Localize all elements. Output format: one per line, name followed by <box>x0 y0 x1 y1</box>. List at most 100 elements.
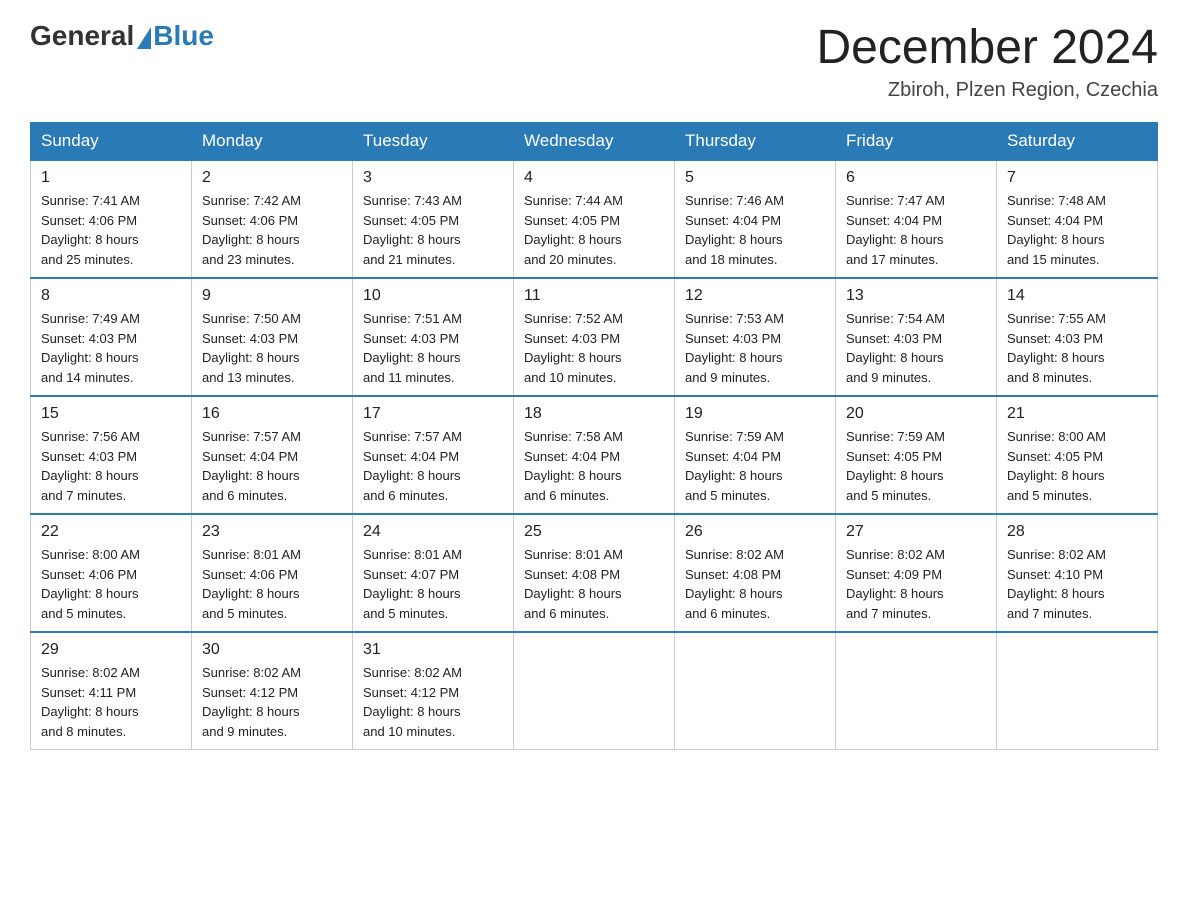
calendar-cell <box>997 632 1158 750</box>
day-info: Sunrise: 8:02 AMSunset: 4:09 PMDaylight:… <box>846 545 986 623</box>
calendar-cell <box>514 632 675 750</box>
day-number: 16 <box>202 405 342 423</box>
day-number: 10 <box>363 287 503 305</box>
calendar-cell: 27 Sunrise: 8:02 AMSunset: 4:09 PMDaylig… <box>836 514 997 632</box>
calendar-cell: 4 Sunrise: 7:44 AMSunset: 4:05 PMDayligh… <box>514 160 675 278</box>
calendar-table: SundayMondayTuesdayWednesdayThursdayFrid… <box>30 122 1158 750</box>
day-info: Sunrise: 7:58 AMSunset: 4:04 PMDaylight:… <box>524 427 664 505</box>
calendar-cell: 8 Sunrise: 7:49 AMSunset: 4:03 PMDayligh… <box>31 278 192 396</box>
day-info: Sunrise: 7:59 AMSunset: 4:04 PMDaylight:… <box>685 427 825 505</box>
calendar-cell: 18 Sunrise: 7:58 AMSunset: 4:04 PMDaylig… <box>514 396 675 514</box>
day-info: Sunrise: 7:54 AMSunset: 4:03 PMDaylight:… <box>846 309 986 387</box>
days-header-row: SundayMondayTuesdayWednesdayThursdayFrid… <box>31 123 1158 161</box>
logo-general-text: General <box>30 20 134 52</box>
day-number: 12 <box>685 287 825 305</box>
day-info: Sunrise: 7:44 AMSunset: 4:05 PMDaylight:… <box>524 191 664 269</box>
day-info: Sunrise: 8:02 AMSunset: 4:12 PMDaylight:… <box>202 663 342 741</box>
calendar-cell: 11 Sunrise: 7:52 AMSunset: 4:03 PMDaylig… <box>514 278 675 396</box>
day-number: 30 <box>202 641 342 659</box>
calendar-cell: 10 Sunrise: 7:51 AMSunset: 4:03 PMDaylig… <box>353 278 514 396</box>
week-row-3: 15 Sunrise: 7:56 AMSunset: 4:03 PMDaylig… <box>31 396 1158 514</box>
week-row-2: 8 Sunrise: 7:49 AMSunset: 4:03 PMDayligh… <box>31 278 1158 396</box>
day-header-tuesday: Tuesday <box>353 123 514 161</box>
title-area: December 2024 Zbiroh, Plzen Region, Czec… <box>816 20 1158 102</box>
day-info: Sunrise: 7:52 AMSunset: 4:03 PMDaylight:… <box>524 309 664 387</box>
calendar-cell: 30 Sunrise: 8:02 AMSunset: 4:12 PMDaylig… <box>192 632 353 750</box>
day-info: Sunrise: 7:55 AMSunset: 4:03 PMDaylight:… <box>1007 309 1147 387</box>
calendar-cell: 17 Sunrise: 7:57 AMSunset: 4:04 PMDaylig… <box>353 396 514 514</box>
calendar-cell: 7 Sunrise: 7:48 AMSunset: 4:04 PMDayligh… <box>997 160 1158 278</box>
day-info: Sunrise: 8:01 AMSunset: 4:06 PMDaylight:… <box>202 545 342 623</box>
day-number: 11 <box>524 287 664 305</box>
day-number: 25 <box>524 523 664 541</box>
day-info: Sunrise: 7:48 AMSunset: 4:04 PMDaylight:… <box>1007 191 1147 269</box>
week-row-1: 1 Sunrise: 7:41 AMSunset: 4:06 PMDayligh… <box>31 160 1158 278</box>
day-number: 27 <box>846 523 986 541</box>
calendar-cell: 14 Sunrise: 7:55 AMSunset: 4:03 PMDaylig… <box>997 278 1158 396</box>
day-info: Sunrise: 7:57 AMSunset: 4:04 PMDaylight:… <box>202 427 342 505</box>
calendar-cell: 13 Sunrise: 7:54 AMSunset: 4:03 PMDaylig… <box>836 278 997 396</box>
day-number: 23 <box>202 523 342 541</box>
calendar-cell: 12 Sunrise: 7:53 AMSunset: 4:03 PMDaylig… <box>675 278 836 396</box>
calendar-cell: 6 Sunrise: 7:47 AMSunset: 4:04 PMDayligh… <box>836 160 997 278</box>
calendar-cell: 28 Sunrise: 8:02 AMSunset: 4:10 PMDaylig… <box>997 514 1158 632</box>
calendar-cell: 26 Sunrise: 8:02 AMSunset: 4:08 PMDaylig… <box>675 514 836 632</box>
day-header-sunday: Sunday <box>31 123 192 161</box>
month-title: December 2024 <box>816 20 1158 75</box>
header: General Blue December 2024 Zbiroh, Plzen… <box>30 20 1158 102</box>
logo-blue-text: Blue <box>153 20 214 52</box>
day-info: Sunrise: 7:42 AMSunset: 4:06 PMDaylight:… <box>202 191 342 269</box>
day-number: 8 <box>41 287 181 305</box>
logo: General Blue <box>30 20 214 52</box>
day-info: Sunrise: 8:01 AMSunset: 4:08 PMDaylight:… <box>524 545 664 623</box>
day-header-thursday: Thursday <box>675 123 836 161</box>
day-info: Sunrise: 8:01 AMSunset: 4:07 PMDaylight:… <box>363 545 503 623</box>
calendar-cell: 16 Sunrise: 7:57 AMSunset: 4:04 PMDaylig… <box>192 396 353 514</box>
calendar-cell: 24 Sunrise: 8:01 AMSunset: 4:07 PMDaylig… <box>353 514 514 632</box>
location-title: Zbiroh, Plzen Region, Czechia <box>816 79 1158 102</box>
day-number: 7 <box>1007 169 1147 187</box>
day-info: Sunrise: 7:56 AMSunset: 4:03 PMDaylight:… <box>41 427 181 505</box>
calendar-cell: 21 Sunrise: 8:00 AMSunset: 4:05 PMDaylig… <box>997 396 1158 514</box>
day-info: Sunrise: 7:59 AMSunset: 4:05 PMDaylight:… <box>846 427 986 505</box>
calendar-cell: 29 Sunrise: 8:02 AMSunset: 4:11 PMDaylig… <box>31 632 192 750</box>
day-number: 1 <box>41 169 181 187</box>
calendar-cell: 2 Sunrise: 7:42 AMSunset: 4:06 PMDayligh… <box>192 160 353 278</box>
day-number: 4 <box>524 169 664 187</box>
week-row-4: 22 Sunrise: 8:00 AMSunset: 4:06 PMDaylig… <box>31 514 1158 632</box>
day-header-wednesday: Wednesday <box>514 123 675 161</box>
day-number: 19 <box>685 405 825 423</box>
calendar-cell: 1 Sunrise: 7:41 AMSunset: 4:06 PMDayligh… <box>31 160 192 278</box>
day-info: Sunrise: 7:53 AMSunset: 4:03 PMDaylight:… <box>685 309 825 387</box>
day-info: Sunrise: 8:02 AMSunset: 4:12 PMDaylight:… <box>363 663 503 741</box>
logo-triangle-icon <box>137 27 151 49</box>
day-number: 18 <box>524 405 664 423</box>
day-number: 13 <box>846 287 986 305</box>
day-number: 9 <box>202 287 342 305</box>
day-number: 28 <box>1007 523 1147 541</box>
day-number: 24 <box>363 523 503 541</box>
calendar-cell: 20 Sunrise: 7:59 AMSunset: 4:05 PMDaylig… <box>836 396 997 514</box>
week-row-5: 29 Sunrise: 8:02 AMSunset: 4:11 PMDaylig… <box>31 632 1158 750</box>
day-info: Sunrise: 7:49 AMSunset: 4:03 PMDaylight:… <box>41 309 181 387</box>
day-number: 31 <box>363 641 503 659</box>
day-number: 5 <box>685 169 825 187</box>
day-number: 2 <box>202 169 342 187</box>
day-number: 15 <box>41 405 181 423</box>
calendar-cell <box>675 632 836 750</box>
day-number: 14 <box>1007 287 1147 305</box>
day-info: Sunrise: 7:41 AMSunset: 4:06 PMDaylight:… <box>41 191 181 269</box>
day-info: Sunrise: 8:00 AMSunset: 4:06 PMDaylight:… <box>41 545 181 623</box>
day-info: Sunrise: 7:43 AMSunset: 4:05 PMDaylight:… <box>363 191 503 269</box>
day-number: 21 <box>1007 405 1147 423</box>
calendar-cell: 19 Sunrise: 7:59 AMSunset: 4:04 PMDaylig… <box>675 396 836 514</box>
day-header-saturday: Saturday <box>997 123 1158 161</box>
day-header-monday: Monday <box>192 123 353 161</box>
day-number: 3 <box>363 169 503 187</box>
day-info: Sunrise: 7:51 AMSunset: 4:03 PMDaylight:… <box>363 309 503 387</box>
day-number: 22 <box>41 523 181 541</box>
calendar-cell: 22 Sunrise: 8:00 AMSunset: 4:06 PMDaylig… <box>31 514 192 632</box>
day-info: Sunrise: 8:00 AMSunset: 4:05 PMDaylight:… <box>1007 427 1147 505</box>
day-info: Sunrise: 7:46 AMSunset: 4:04 PMDaylight:… <box>685 191 825 269</box>
calendar-cell: 9 Sunrise: 7:50 AMSunset: 4:03 PMDayligh… <box>192 278 353 396</box>
